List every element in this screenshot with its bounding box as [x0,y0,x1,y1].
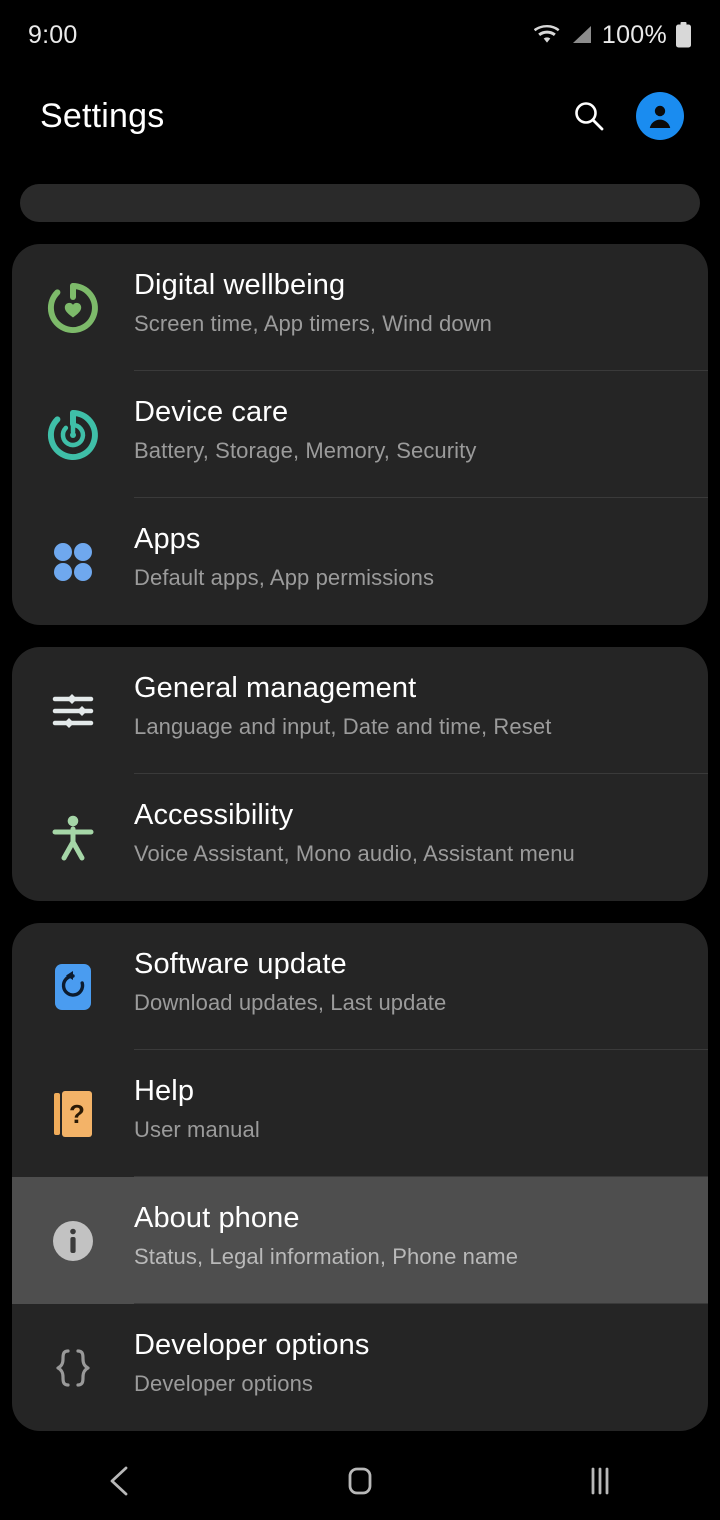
settings-row-subtitle: Download updates, Last update [134,989,447,1015]
settings-row-body: Help User manual [134,1050,708,1177]
settings-row-body: Software update Download updates, Last u… [134,923,708,1050]
page-title: Settings [40,96,165,135]
app-bar-actions [572,92,684,140]
settings-row-about-phone[interactable]: About phone Status, Legal information, P… [12,1177,708,1304]
battery-icon [676,22,691,48]
settings-list: Digital wellbeing Screen time, App timer… [0,244,720,1431]
search-bar[interactable] [20,184,700,222]
status-bar: 9:00 100% [0,0,720,70]
settings-row-title: Software update [134,948,347,980]
settings-row-apps[interactable]: Apps Default apps, App permissions [12,498,708,625]
settings-row-title: Digital wellbeing [134,269,346,301]
settings-row-title: Device care [134,396,289,428]
settings-row-title: Help [134,1075,195,1107]
sliders-icon [12,647,134,774]
wifi-icon [533,25,560,43]
settings-row-subtitle: User manual [134,1116,260,1142]
settings-row-body: Developer options Developer options [134,1304,708,1431]
info-icon [12,1177,134,1304]
accessibility-icon [12,774,134,901]
settings-row-subtitle: Default apps, App permissions [134,564,435,590]
battery-percent: 100% [601,20,667,49]
nav-home-button[interactable] [300,1442,420,1520]
software-update-icon [12,923,134,1050]
home-icon [348,1467,372,1495]
phone-screen: 9:00 100% Settings Digital wellbeing Scr… [0,0,720,1520]
search-icon[interactable] [572,99,606,133]
settings-row-body: General management Language and input, D… [134,647,708,774]
settings-section-system: Software update Download updates, Last u… [12,923,708,1431]
back-icon [110,1466,128,1496]
apps-icon [12,498,134,625]
signal-icon [572,26,591,43]
developer-braces-icon [12,1304,134,1431]
settings-row-accessibility[interactable]: Accessibility Voice Assistant, Mono audi… [12,774,708,901]
settings-section-general: General management Language and input, D… [12,647,708,901]
device-care-icon [12,371,134,498]
navigation-bar [0,1442,720,1520]
settings-row-title: About phone [134,1202,300,1234]
digital-wellbeing-icon [12,244,134,371]
settings-row-software-update[interactable]: Software update Download updates, Last u… [12,923,708,1050]
recents-icon [591,1467,609,1495]
settings-row-title: Accessibility [134,799,294,831]
settings-row-device-care[interactable]: Device care Battery, Storage, Memory, Se… [12,371,708,498]
settings-row-body: Apps Default apps, App permissions [134,498,708,625]
status-icons: 100% [533,20,692,50]
app-bar: Settings [0,70,720,162]
settings-row-body: Digital wellbeing Screen time, App timer… [134,244,708,371]
settings-row-help[interactable]: ? Help User manual [12,1050,708,1177]
settings-row-subtitle: Screen time, App timers, Wind down [134,310,492,336]
account-avatar-icon [649,105,671,128]
settings-row-body: Device care Battery, Storage, Memory, Se… [134,371,708,498]
settings-row-subtitle: Developer options [134,1370,314,1396]
settings-row-title: Apps [134,523,201,555]
settings-row-title: Developer options [134,1329,370,1361]
status-time: 9:00 [28,20,78,49]
settings-row-body: Accessibility Voice Assistant, Mono audi… [134,774,708,901]
svg-text:?: ? [69,1099,85,1129]
account-avatar[interactable] [636,92,684,140]
settings-row-body: About phone Status, Legal information, P… [134,1177,708,1304]
settings-row-subtitle: Battery, Storage, Memory, Security [134,437,477,463]
settings-row-digital-wellbeing[interactable]: Digital wellbeing Screen time, App timer… [12,244,708,371]
help-book-icon: ? [12,1050,134,1177]
nav-back-button[interactable] [60,1442,180,1520]
settings-row-general-management[interactable]: General management Language and input, D… [12,647,708,774]
nav-recents-button[interactable] [540,1442,660,1520]
settings-row-subtitle: Voice Assistant, Mono audio, Assistant m… [134,840,575,866]
settings-row-subtitle: Status, Legal information, Phone name [134,1243,519,1269]
settings-row-subtitle: Language and input, Date and time, Reset [134,713,552,739]
settings-section-wellbeing: Digital wellbeing Screen time, App timer… [12,244,708,625]
settings-row-developer-options[interactable]: Developer options Developer options [12,1304,708,1431]
settings-row-title: General management [134,672,417,704]
